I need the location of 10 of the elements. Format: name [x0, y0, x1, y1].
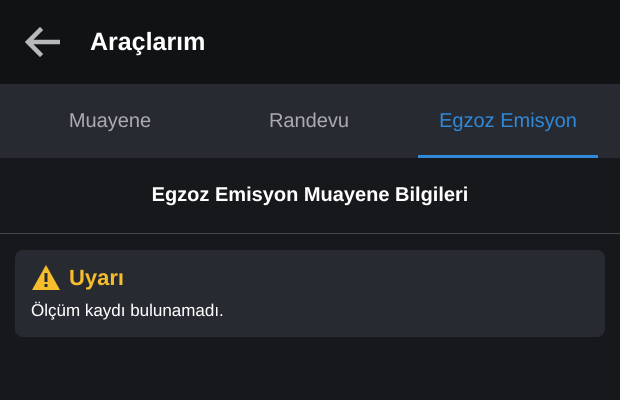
- back-button[interactable]: [24, 27, 60, 57]
- section-title: Egzoz Emisyon Muayene Bilgileri: [152, 184, 468, 207]
- warning-icon: [31, 264, 61, 291]
- alert-title: Uyarı: [69, 264, 124, 290]
- alert-message: Ölçüm kaydı bulunamadı.: [31, 301, 225, 321]
- page-title: Araçlarım: [90, 28, 206, 56]
- tab[interactable]: Randevu: [229, 84, 389, 158]
- back-arrow-icon: [24, 27, 60, 57]
- tab[interactable]: Muayene: [20, 84, 200, 158]
- tab[interactable]: Egzoz Emisyon: [418, 84, 598, 158]
